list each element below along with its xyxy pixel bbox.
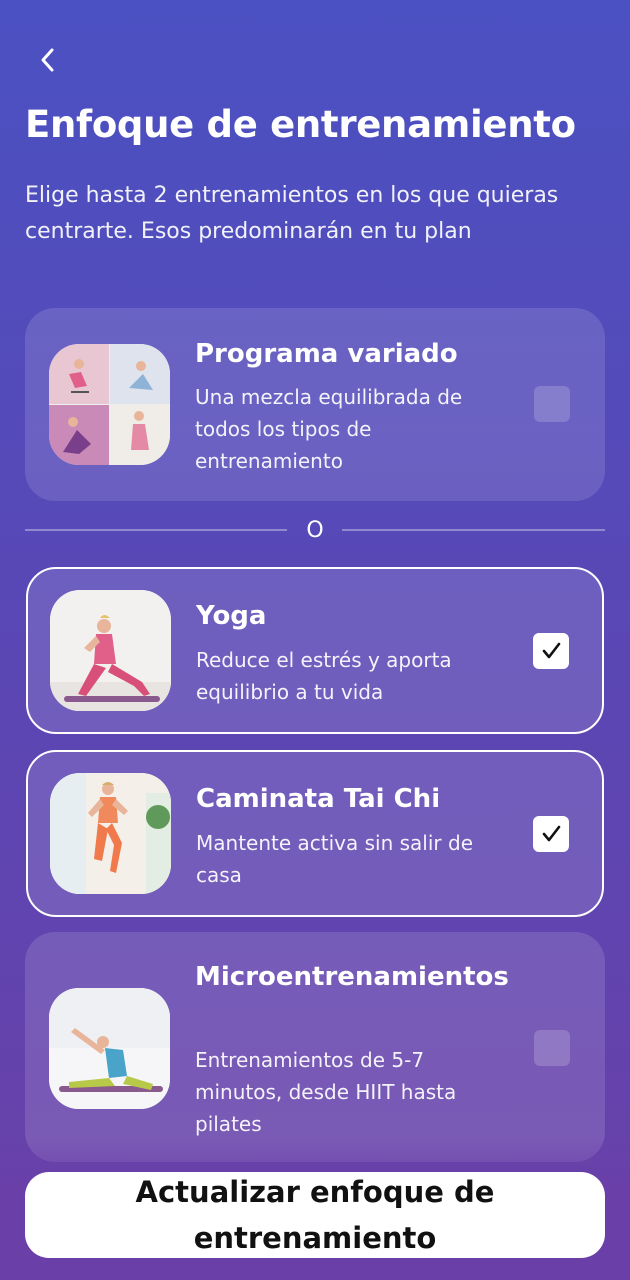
option-checkbox[interactable] (533, 816, 569, 852)
option-description: Reduce el estrés y aporta equilibrio a t… (196, 648, 452, 704)
option-card-programa-variado[interactable]: Programa variado Una mezcla equilibrada … (25, 308, 605, 501)
option-title: Programa variado (195, 339, 458, 369)
option-title: Caminata Tai Chi (196, 784, 441, 814)
page-title: Enfoque de entrenamiento (25, 103, 576, 146)
yoga-pose-image (50, 590, 171, 711)
option-card-microentrenamientos[interactable]: Microentrenamientos Entrenamientos de 5-… (25, 932, 605, 1162)
back-button[interactable] (26, 38, 70, 82)
option-checkbox[interactable] (534, 386, 570, 422)
option-title: Yoga (196, 601, 267, 631)
checkmark-icon (542, 642, 561, 659)
page-subtitle: Elige hasta 2 entrenamientos en los que … (25, 183, 559, 244)
option-description: Mantente activa sin salir de casa (196, 831, 473, 887)
option-checkbox[interactable] (533, 633, 569, 669)
option-card-yoga[interactable]: Yoga Reduce el estrés y aporta equilibri… (26, 567, 604, 734)
option-description: Una mezcla equilibrada de todos los tipo… (195, 385, 463, 473)
divider-label: O (306, 518, 324, 543)
update-focus-button[interactable]: Actualizar enfoque de entrenamiento (25, 1172, 605, 1258)
stretch-pose-image (49, 988, 170, 1109)
divider-left (25, 529, 287, 531)
collage-image (49, 344, 170, 465)
checkmark-icon (542, 825, 561, 842)
option-description: Entrenamientos de 5-7 minutos, desde HII… (195, 1048, 457, 1136)
chevron-left-icon (41, 48, 54, 72)
option-title: Microentrenamientos (195, 962, 509, 992)
divider-right (342, 529, 605, 531)
option-card-caminata-tai-chi[interactable]: Caminata Tai Chi Mantente activa sin sal… (26, 750, 604, 917)
tai-chi-walk-image (50, 773, 171, 894)
option-checkbox[interactable] (534, 1030, 570, 1066)
